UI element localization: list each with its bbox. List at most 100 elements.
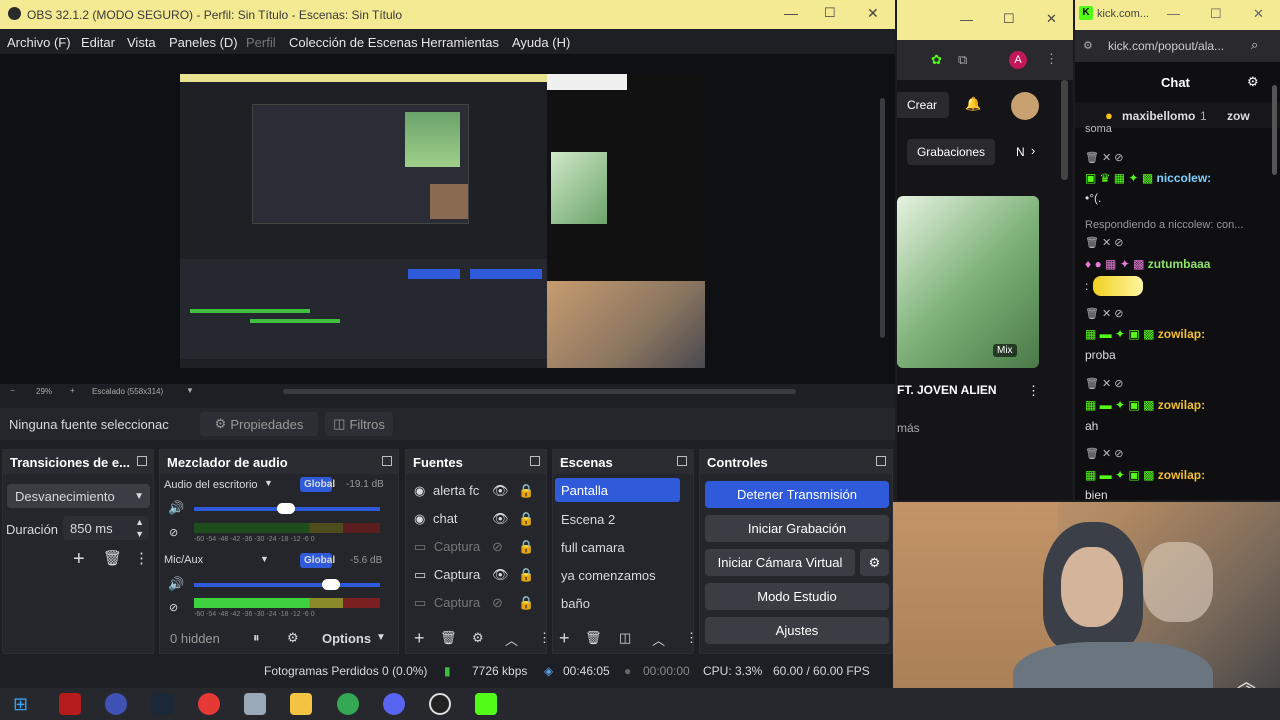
tab-fragment[interactable]: N: [1016, 145, 1025, 159]
preview-hscroll[interactable]: [283, 389, 796, 394]
volume-icon[interactable]: 🔊: [168, 576, 184, 592]
steam-icon[interactable]: [151, 693, 173, 715]
source-item[interactable]: ◉ chat 👁 🔒: [414, 511, 544, 531]
mute-icon[interactable]: ⊘: [169, 526, 178, 539]
volume-slider[interactable]: [194, 583, 380, 587]
users-icon[interactable]: ⚙: [1247, 74, 1259, 90]
more-vertical-icon[interactable]: ⋮: [685, 630, 698, 646]
pause-icon[interactable]: ⏸: [253, 630, 260, 646]
transition-select[interactable]: Desvanecimiento ▼: [7, 484, 150, 508]
menu-editar[interactable]: Editar: [81, 35, 115, 50]
video-title[interactable]: FT. JOVEN ALIEN: [897, 383, 997, 397]
address-bar[interactable]: ⚙ kick.com/popout/ala... ⌕: [1075, 30, 1280, 62]
eye-hidden-icon[interactable]: ⊘: [492, 595, 503, 611]
chevron-up-icon[interactable]: ︿: [505, 630, 518, 649]
obs-taskbar-icon[interactable]: [429, 693, 451, 715]
stop-stream-button[interactable]: Detener Transmisión: [705, 481, 889, 508]
eye-icon[interactable]: 👁: [492, 483, 509, 499]
minimize-icon[interactable]: —: [1167, 6, 1180, 21]
video-thumbnail[interactable]: Mix: [897, 196, 1039, 368]
opera-icon[interactable]: [198, 693, 220, 715]
track-scope-badge[interactable]: Global: [300, 553, 335, 568]
puzzle-icon[interactable]: ⧉: [958, 52, 967, 68]
menu-paneles[interactable]: Paneles (D): [169, 35, 238, 50]
discord-icon[interactable]: [383, 693, 405, 715]
mod-actions[interactable]: 🗑 ✕ ⊘: [1085, 151, 1124, 164]
user-avatar[interactable]: [1011, 92, 1039, 120]
source-item[interactable]: ▭ Captura ⊘ 🔒: [414, 539, 544, 559]
undock-icon[interactable]: [530, 456, 540, 466]
close-icon[interactable]: ✕: [867, 5, 879, 22]
recordings-tab[interactable]: Grabaciones: [907, 139, 995, 165]
studio-mode-button[interactable]: Modo Estudio: [705, 583, 889, 610]
more-vertical-icon[interactable]: ⋮: [538, 630, 551, 646]
virtual-camera-settings-icon[interactable]: ⚙: [860, 549, 889, 576]
mod-actions[interactable]: 🗑 ✕ ⊘: [1085, 377, 1124, 390]
chrome-icon[interactable]: [337, 693, 359, 715]
trash-icon[interactable]: 🗑: [103, 549, 122, 567]
gear-icon[interactable]: ⚙: [287, 630, 299, 646]
undock-icon[interactable]: [876, 456, 886, 466]
more-vertical-icon[interactable]: ⋮: [1045, 51, 1058, 67]
search-icon[interactable]: ⌕: [1251, 37, 1258, 53]
undock-icon[interactable]: [677, 456, 687, 466]
gear-icon[interactable]: ⚙: [472, 630, 484, 646]
unlock-icon[interactable]: 🔒: [518, 539, 534, 555]
more-vertical-icon[interactable]: ⋮: [134, 549, 149, 567]
duration-input[interactable]: 850 ms ▲ ▼: [63, 516, 149, 540]
menu-perfil[interactable]: Perfil: [246, 35, 276, 50]
minimize-icon[interactable]: —: [784, 5, 798, 21]
add-source-icon[interactable]: +: [414, 628, 425, 649]
bell-icon[interactable]: 🔔: [965, 96, 981, 112]
scene-item-selected[interactable]: Pantalla: [555, 478, 680, 502]
eye-icon[interactable]: 👁: [492, 511, 509, 527]
voicemeeter-icon[interactable]: [59, 693, 81, 715]
zoom-out-icon[interactable]: −: [10, 386, 15, 395]
menu-herramientas[interactable]: Herramientas: [421, 35, 499, 50]
maximize-icon[interactable]: ☐: [1003, 11, 1015, 27]
volume-slider-handle[interactable]: [277, 503, 295, 514]
properties-button[interactable]: ⚙ Propiedades: [200, 412, 318, 436]
unlock-icon[interactable]: 🔒: [518, 567, 534, 583]
source-item[interactable]: ◉ alerta fc 👁 🔒: [414, 483, 544, 503]
windows-start-icon[interactable]: ⊞: [13, 694, 28, 715]
settings-button[interactable]: Ajustes: [705, 617, 889, 644]
folder-icon[interactable]: [290, 693, 312, 715]
close-icon[interactable]: ✕: [1253, 6, 1264, 22]
minimize-icon[interactable]: —: [960, 12, 973, 27]
volume-slider-handle[interactable]: [322, 579, 340, 590]
lock-icon[interactable]: 🔒: [518, 483, 534, 499]
track-dropdown-icon[interactable]: ▼: [260, 554, 269, 564]
scene-item[interactable]: baño: [561, 596, 590, 611]
mod-actions[interactable]: 🗑 ✕ ⊘: [1085, 307, 1124, 320]
site-settings-icon[interactable]: ⚙: [1083, 39, 1093, 52]
scene-item[interactable]: full camara: [561, 540, 625, 555]
create-button[interactable]: Crear: [897, 92, 949, 118]
add-transition-icon[interactable]: +: [73, 548, 85, 571]
kick-icon[interactable]: [475, 693, 497, 715]
source-item[interactable]: ▭ Captura 👁 🔒: [414, 567, 544, 587]
eye-icon[interactable]: 👁: [492, 567, 509, 583]
eye-hidden-icon[interactable]: ⊘: [492, 539, 503, 555]
chat-scrollbar[interactable]: [1272, 85, 1277, 175]
app-icon[interactable]: [105, 693, 127, 715]
track-scope-badge[interactable]: Global: [300, 477, 335, 492]
trash-icon[interactable]: 🗑: [585, 630, 602, 646]
app-icon[interactable]: [244, 693, 266, 715]
menu-archivo[interactable]: Archivo (F): [7, 35, 71, 50]
add-scene-icon[interactable]: +: [559, 628, 570, 649]
preview-vscroll[interactable]: [880, 98, 885, 338]
mute-icon[interactable]: ⊘: [169, 601, 178, 614]
start-recording-button[interactable]: Iniciar Grabación: [705, 515, 889, 542]
scene-item[interactable]: ya comenzamos: [561, 568, 656, 583]
scene-filter-icon[interactable]: ◫: [619, 630, 631, 646]
volume-icon[interactable]: 🔊: [168, 500, 184, 516]
mod-actions[interactable]: 🗑 ✕ ⊘: [1085, 236, 1124, 249]
undock-icon[interactable]: [137, 456, 147, 466]
preview-canvas[interactable]: [180, 74, 705, 368]
menu-coleccion[interactable]: Colección de Escenas: [289, 35, 418, 50]
menu-ayuda[interactable]: Ayuda (H): [512, 35, 570, 50]
track-dropdown-icon[interactable]: ▼: [264, 478, 273, 488]
scene-item[interactable]: Escena 2: [561, 512, 615, 527]
maximize-icon[interactable]: ☐: [1210, 6, 1222, 22]
